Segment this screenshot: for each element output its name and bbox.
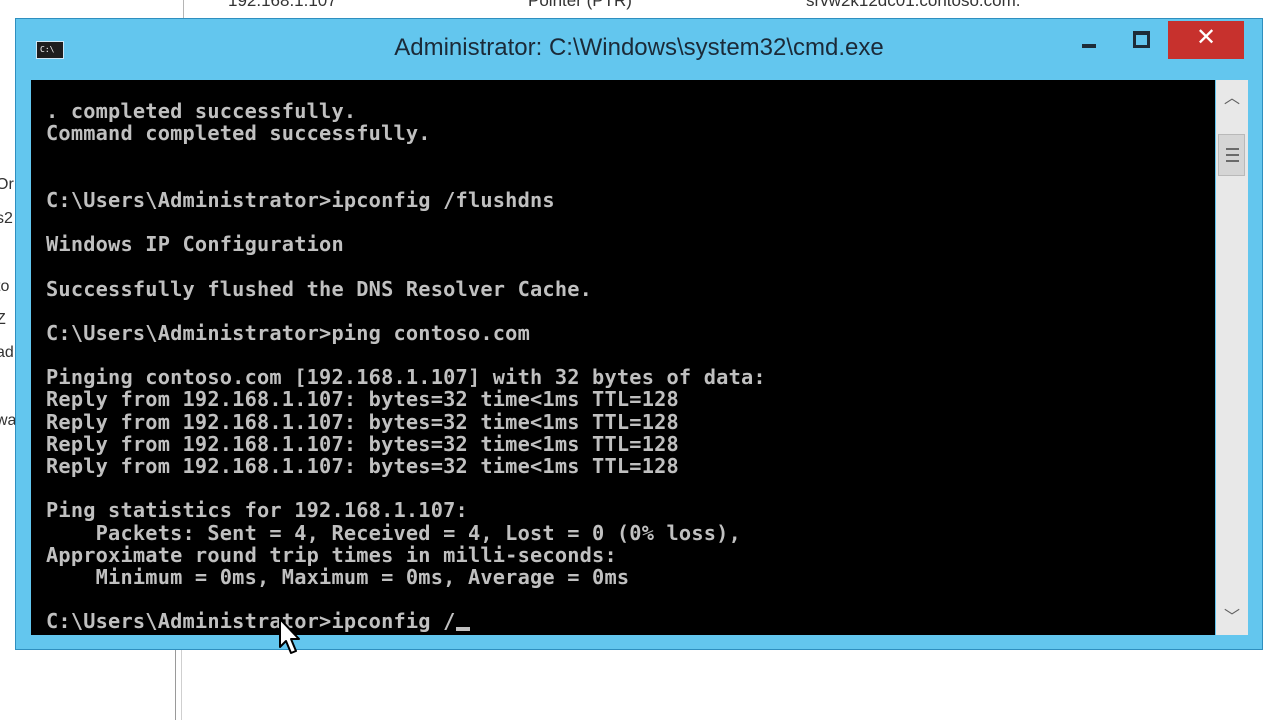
background-divider [175, 650, 176, 720]
console-line: . completed successfully. [46, 99, 357, 123]
grip-icon [1226, 160, 1239, 162]
background-record-address: 192.168.1.107 [228, 0, 337, 10]
command-input-line[interactable]: C:\Users\Administrator>ipconfig / [46, 610, 766, 632]
console-line: C:\Users\Administrator>ipconfig /flushdn… [46, 187, 555, 212]
console-line: C:\Users\Administrator>ping contoso.com [46, 320, 531, 345]
console-line: Minimum = 0ms, Maximum = 0ms, Average = … [46, 564, 630, 589]
background-text: wa [0, 412, 16, 429]
background-text: ad [0, 344, 14, 361]
text-cursor [455, 627, 470, 632]
console-line: Reply from 192.168.1.107: bytes=32 time<… [46, 387, 679, 412]
background-record-data: srvw2k12dc01.contoso.com. [806, 0, 1021, 10]
console-line: Packets: Sent = 4, Received = 4, Lost = … [46, 520, 741, 545]
console-line: Reply from 192.168.1.107: bytes=32 time<… [46, 409, 679, 434]
title-bar[interactable]: C:\ Administrator: C:\Windows\system32\c… [16, 19, 1262, 79]
background-text: s2 [0, 210, 13, 227]
grip-icon [1226, 148, 1239, 150]
console-line: Reply from 192.168.1.107: bytes=32 time<… [46, 431, 679, 456]
console-line: Ping statistics for 192.168.1.107: [46, 498, 468, 523]
close-icon: ✕ [1195, 23, 1217, 51]
chevron-up-icon: ︿ [1223, 88, 1240, 107]
background-divider [183, 0, 184, 18]
console-text: . completed successfully. Command complet… [46, 100, 766, 633]
background-left-strip: Or s2 to Z ad wa [0, 18, 16, 720]
console-line: Reply from 192.168.1.107: bytes=32 time<… [46, 454, 679, 478]
console-line: Command completed successfully. [46, 121, 431, 146]
scroll-down-button[interactable]: ﹀ [1216, 599, 1248, 635]
console-line: Approximate round trip times in milli-se… [46, 542, 617, 567]
chevron-down-icon: ﹀ [1223, 607, 1240, 626]
background-text: Z [0, 311, 6, 328]
grip-icon [1226, 154, 1239, 156]
mouse-pointer-icon [279, 618, 300, 654]
background-divider [181, 650, 182, 720]
vertical-scrollbar[interactable]: ︿ ﹀ [1216, 80, 1248, 635]
close-button[interactable]: ✕ [1168, 21, 1244, 59]
scroll-up-button[interactable]: ︿ [1216, 80, 1248, 116]
background-window-strip: 192.168.1.107 Pointer (PTR) srvw2k12dc01… [0, 0, 1280, 18]
minimize-button[interactable] [1065, 21, 1113, 59]
cmd-window[interactable]: C:\ Administrator: C:\Windows\system32\c… [15, 18, 1263, 650]
maximize-button[interactable] [1117, 21, 1165, 59]
console-line: Pinging contoso.com [192.168.1.107] with… [46, 365, 766, 390]
console-line: Successfully flushed the DNS Resolver Ca… [46, 276, 593, 301]
background-text: to [0, 278, 10, 295]
background-text: Or [0, 176, 14, 193]
console-line: Windows IP Configuration [46, 232, 344, 257]
command-input-text: C:\Users\Administrator>ipconfig / [46, 609, 456, 634]
background-record-type: Pointer (PTR) [528, 0, 632, 10]
scroll-thumb[interactable] [1218, 134, 1245, 176]
console-output[interactable]: . completed successfully. Command complet… [31, 80, 1215, 635]
